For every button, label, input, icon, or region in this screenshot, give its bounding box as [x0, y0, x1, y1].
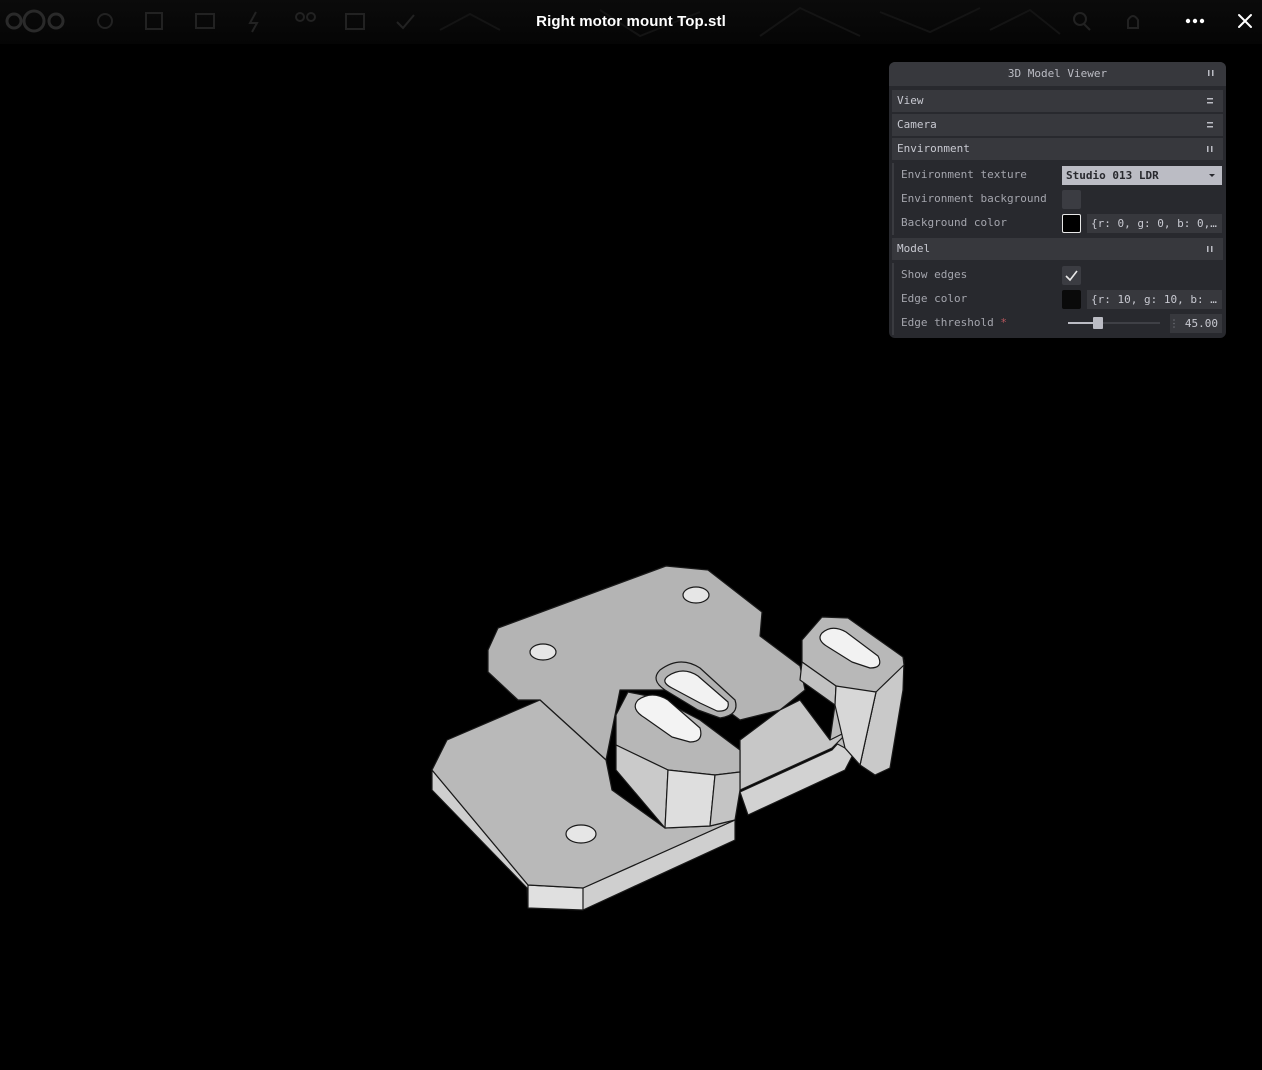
model-viewer: Right motor mount Top.stl 3D Model Viewe… — [0, 0, 1262, 1070]
folder-environment-label: Environment — [897, 142, 970, 155]
edge-color-input[interactable]: {r: 10, g: 10, b: 10, a: 1} — [1087, 290, 1222, 309]
dropdown-arrow-icon — [1209, 174, 1215, 177]
folder-view[interactable]: View — [892, 90, 1223, 112]
environment-texture-value: Studio 013 LDR — [1066, 169, 1159, 182]
edge-color-row: Edge color {r: 10, g: 10, b: 10, a: 1} — [892, 287, 1223, 311]
environment-background-checkbox[interactable] — [1062, 190, 1081, 209]
environment-texture-label: Environment texture — [901, 168, 1027, 181]
panel-title[interactable]: 3D Model Viewer — [889, 62, 1226, 86]
edge-threshold-modified-mark: * — [1000, 316, 1007, 329]
background-color-label: Background color — [901, 216, 1007, 229]
expanded-folder-icon — [1207, 246, 1213, 252]
collapsed-folder-icon — [1207, 122, 1213, 128]
collapsed-folder-icon — [1207, 98, 1213, 104]
edge-threshold-slider-knob[interactable] — [1093, 317, 1104, 329]
edge-threshold-label-text: Edge threshold — [901, 316, 994, 329]
environment-background-row: Environment background — [892, 187, 1223, 211]
show-edges-label: Show edges — [901, 268, 968, 281]
folder-environment[interactable]: Environment — [892, 138, 1223, 160]
environment-texture-row: Environment texture Studio 013 LDR — [892, 163, 1223, 187]
folder-view-label: View — [897, 94, 924, 107]
show-edges-row: Show edges — [892, 263, 1223, 287]
edge-threshold-label: Edge threshold * — [901, 311, 1007, 335]
folder-camera-label: Camera — [897, 118, 937, 131]
panel-title-text: 3D Model Viewer — [1007, 67, 1108, 80]
edge-threshold-row: Edge threshold * 45.00 — [892, 311, 1223, 335]
background-color-input[interactable]: {r: 0, g: 0, b: 0, a: 1} — [1087, 214, 1222, 233]
show-edges-checkbox[interactable] — [1062, 266, 1081, 285]
folder-model[interactable]: Model — [892, 238, 1223, 260]
edge-threshold-slider[interactable] — [1068, 317, 1160, 329]
collapse-grip-icon — [1208, 70, 1214, 76]
edge-threshold-value: 45.00 — [1184, 317, 1218, 330]
expanded-folder-icon — [1207, 146, 1213, 152]
edge-threshold-input[interactable]: 45.00 — [1170, 314, 1222, 333]
edge-color-label: Edge color — [901, 292, 968, 305]
folder-camera[interactable]: Camera — [892, 114, 1223, 136]
background-color-swatch[interactable] — [1062, 214, 1081, 233]
background-color-row: Background color {r: 0, g: 0, b: 0, a: 1… — [892, 211, 1223, 235]
drag-handle-icon — [1173, 319, 1175, 328]
folder-model-label: Model — [897, 242, 931, 255]
environment-texture-select[interactable]: Studio 013 LDR — [1062, 166, 1222, 185]
model-viewer-panel: 3D Model Viewer View Camera Environment — [889, 62, 1226, 338]
checkmark-icon — [1065, 270, 1078, 282]
edge-color-swatch[interactable] — [1062, 290, 1081, 309]
environment-background-label: Environment background — [901, 192, 1047, 205]
